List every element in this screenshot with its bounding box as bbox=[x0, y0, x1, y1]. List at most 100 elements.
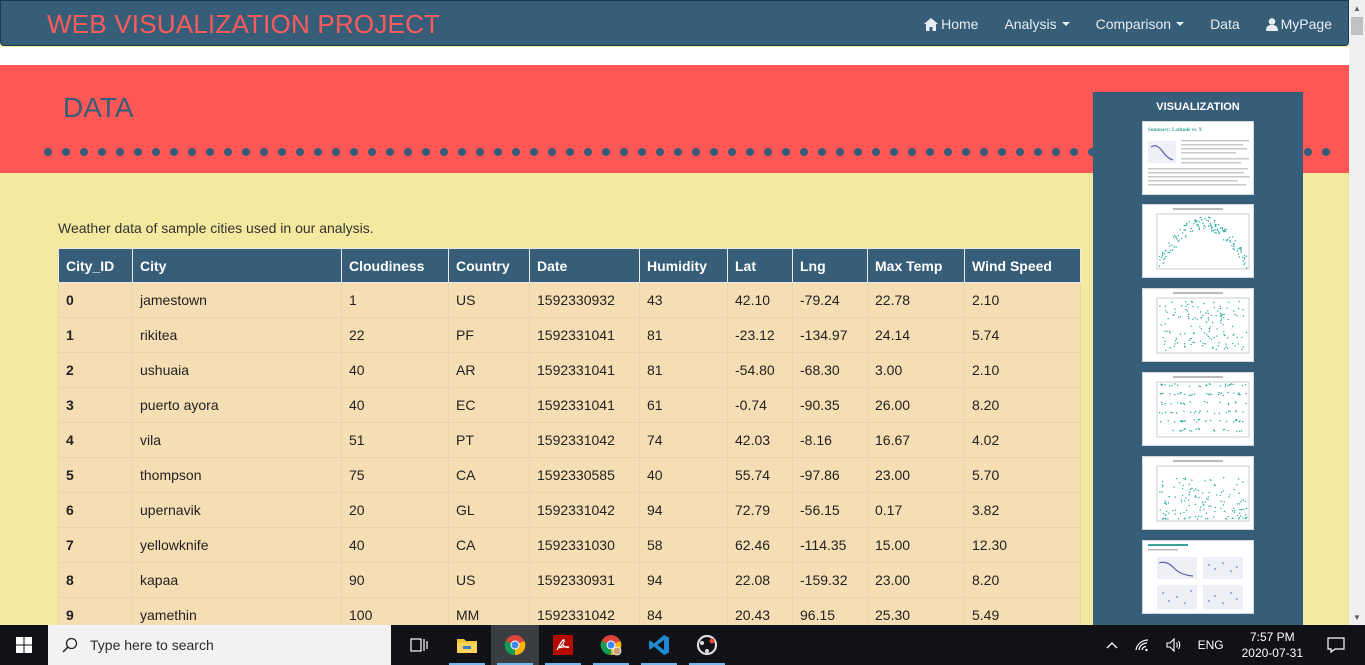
column-header: City bbox=[132, 248, 342, 283]
table-cell: 100 bbox=[341, 597, 449, 625]
scatter-point bbox=[1220, 491, 1223, 493]
scatter-point bbox=[1219, 420, 1221, 422]
scatter-point bbox=[1203, 508, 1205, 511]
scatter-point bbox=[1164, 305, 1167, 307]
task-view-button[interactable] bbox=[395, 625, 443, 665]
scatter-point bbox=[1229, 241, 1231, 243]
table-cell: 0.17 bbox=[867, 492, 965, 528]
table-cell: 81 bbox=[639, 317, 728, 353]
nav-home-label: Home bbox=[941, 16, 979, 32]
obs-button[interactable] bbox=[683, 625, 731, 665]
table-cell: 43 bbox=[639, 282, 728, 318]
scatter-point bbox=[1183, 345, 1186, 348]
scatter-point bbox=[1190, 300, 1193, 303]
table-cell: 7 bbox=[58, 527, 133, 563]
taskbar-clock[interactable]: 7:57 PM 2020-07-31 bbox=[1242, 629, 1303, 661]
scatter-point bbox=[1164, 250, 1166, 252]
nav-analysis[interactable]: Analysis bbox=[1004, 16, 1070, 32]
divider-dot bbox=[944, 148, 952, 156]
scatter-point bbox=[1236, 336, 1238, 339]
scatter-point bbox=[1202, 504, 1205, 506]
scatter-point bbox=[1164, 330, 1166, 332]
acrobat-button[interactable] bbox=[539, 625, 587, 665]
language-indicator[interactable]: ENG bbox=[1198, 638, 1224, 652]
scatter-point bbox=[1219, 308, 1222, 310]
start-button[interactable] bbox=[0, 625, 48, 665]
nav-home[interactable]: Home bbox=[924, 16, 978, 32]
file-explorer-button[interactable] bbox=[443, 625, 491, 665]
scatter-point bbox=[1189, 488, 1192, 490]
divider-dot bbox=[476, 148, 484, 156]
scatter-point bbox=[1219, 227, 1222, 229]
show-hidden-icons-button[interactable] bbox=[1106, 641, 1118, 649]
table-header-row: City_ID City Cloudiness Country Date Humidity… bbox=[58, 248, 1081, 283]
scatter-point bbox=[1222, 313, 1224, 316]
system-tray: ENG 7:57 PM 2020-07-31 bbox=[1098, 625, 1365, 665]
scatter-point bbox=[1236, 483, 1238, 486]
scatter-point bbox=[1230, 383, 1233, 385]
scatter-point bbox=[1184, 393, 1186, 396]
vscode-button[interactable] bbox=[635, 625, 683, 665]
scatter-point bbox=[1177, 316, 1180, 319]
chrome-button[interactable] bbox=[491, 625, 539, 665]
nav-mypage[interactable]: MyPage bbox=[1265, 16, 1332, 32]
thumbnail-cloudiness-scatter[interactable] bbox=[1142, 372, 1254, 446]
scatter-point bbox=[1165, 310, 1167, 312]
scatter-point bbox=[1223, 317, 1225, 319]
scatter-point bbox=[1245, 267, 1248, 269]
scroll-down-arrow-icon[interactable]: ▼ bbox=[1349, 609, 1365, 625]
scatter-point bbox=[1239, 420, 1241, 422]
nav-comparison[interactable]: Comparison bbox=[1096, 16, 1185, 32]
thumbnail-comparison[interactable] bbox=[1142, 540, 1254, 614]
scatter-point bbox=[1161, 412, 1163, 414]
chrome-profile-button[interactable] bbox=[587, 625, 635, 665]
divider-dot bbox=[224, 148, 232, 156]
scatter-point bbox=[1183, 343, 1186, 345]
nav-data[interactable]: Data bbox=[1210, 16, 1240, 32]
scatter-point bbox=[1174, 340, 1177, 342]
scatter-point bbox=[1185, 236, 1187, 238]
action-center-button[interactable] bbox=[1327, 637, 1345, 653]
scatter-point bbox=[1168, 512, 1170, 514]
scatter-point bbox=[1242, 256, 1244, 258]
scatter-point bbox=[1176, 342, 1178, 344]
table-cell: rikitea bbox=[132, 317, 342, 353]
divider-dot bbox=[710, 148, 718, 156]
table-cell: 1592331030 bbox=[529, 527, 640, 563]
scroll-up-arrow-icon[interactable]: ▲ bbox=[1349, 0, 1365, 16]
table-cell: 1592330931 bbox=[529, 562, 640, 598]
scatter-point bbox=[1159, 491, 1161, 493]
scatter-point bbox=[1187, 499, 1190, 501]
thumbnail-summary[interactable]: Summary: Latitude vs. X bbox=[1142, 121, 1254, 195]
scrollbar-thumb[interactable] bbox=[1351, 17, 1363, 35]
table-cell: vila bbox=[132, 422, 342, 458]
divider-dot bbox=[1304, 148, 1312, 156]
vscode-icon bbox=[649, 635, 669, 655]
scatter-point bbox=[1237, 253, 1240, 255]
scatter-point bbox=[1204, 343, 1206, 345]
thumbnail-max-temp-scatter[interactable] bbox=[1142, 204, 1254, 278]
scatter-point bbox=[1235, 401, 1237, 403]
scatter-point bbox=[1175, 337, 1178, 340]
scatter-point bbox=[1198, 221, 1200, 223]
thumbnail-wind-speed-scatter[interactable] bbox=[1142, 456, 1254, 530]
scatter-point bbox=[1240, 247, 1242, 250]
scatter-thumbnail-image bbox=[1156, 376, 1250, 438]
brand-title[interactable]: WEB VISUALIZATION PROJECT bbox=[47, 9, 440, 40]
scatter-point bbox=[1177, 518, 1180, 520]
scatter-point bbox=[1219, 401, 1221, 404]
volume-button[interactable] bbox=[1166, 638, 1182, 652]
scatter-point bbox=[1194, 317, 1196, 319]
scatter-point bbox=[1229, 384, 1231, 386]
scatter-point bbox=[1190, 325, 1192, 327]
scatter-point bbox=[1190, 227, 1192, 230]
table-cell: 62.46 bbox=[727, 527, 793, 563]
taskbar-search-box[interactable]: Type here to search bbox=[48, 625, 391, 665]
scatter-point bbox=[1238, 300, 1240, 303]
network-button[interactable] bbox=[1134, 638, 1150, 652]
scatter-point bbox=[1226, 347, 1229, 350]
table-cell: 1592331041 bbox=[529, 387, 640, 423]
vertical-scrollbar[interactable]: ▲ ▼ bbox=[1349, 0, 1365, 625]
thumbnail-humidity-scatter[interactable] bbox=[1142, 288, 1254, 362]
table-cell: 5.70 bbox=[964, 457, 1081, 493]
